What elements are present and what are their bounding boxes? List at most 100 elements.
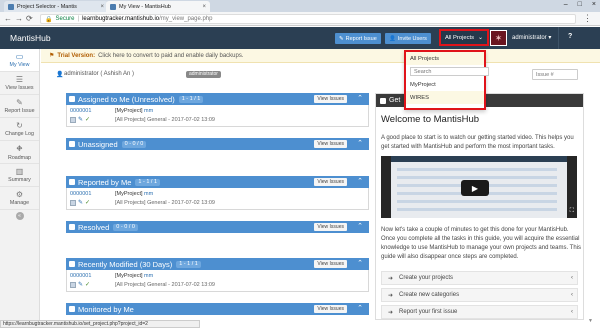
- widget-header: Assigned to Me (Unresolved) 1 - 1 / 1 Vi…: [66, 93, 369, 105]
- edit-icon[interactable]: ✎: [78, 281, 83, 288]
- issue-number-input[interactable]: [532, 69, 578, 80]
- gears-icon: ⚙: [15, 190, 24, 199]
- sidebar-item-change-log[interactable]: ↻ Change Log: [0, 118, 39, 141]
- chevron-up-icon[interactable]: ⌃: [357, 94, 363, 102]
- url-input[interactable]: 🔒 Secure | learnbugtracker.mantishub.io …: [40, 14, 576, 24]
- minimize-icon[interactable]: –: [564, 1, 568, 8]
- project-selector-label: All Projects: [445, 34, 474, 41]
- user-icon: 👤: [56, 72, 64, 78]
- count-badge: 0 - 0 / 0: [113, 223, 138, 231]
- avatar[interactable]: ✶: [490, 30, 507, 46]
- view-issues-button[interactable]: View Issues: [314, 260, 347, 268]
- sidebar-item-my-view[interactable]: ▭ My View: [0, 49, 39, 72]
- monitor-icon: ▭: [15, 52, 24, 61]
- widget-title[interactable]: Monitored by Me: [78, 305, 134, 314]
- issue-summary-link[interactable]: mm: [144, 108, 153, 114]
- thumbnail-row: [397, 176, 557, 179]
- project-selector-button[interactable]: All Projects ⌄: [439, 29, 489, 46]
- arrow-icon: ➜: [388, 309, 394, 316]
- edit-icon[interactable]: ✎: [78, 116, 83, 123]
- welcome-intro: A good place to start is to watch our ge…: [381, 135, 574, 150]
- chevron-up-icon[interactable]: ⌃: [357, 304, 363, 312]
- sidebar: ▭ My View ☰ View Issues ✎ Report Issue ↻…: [0, 49, 40, 320]
- user-menu-button[interactable]: administrator ▾: [512, 34, 551, 41]
- collapse-sidebar-icon[interactable]: «: [15, 212, 24, 220]
- play-icon[interactable]: ▶: [461, 180, 489, 196]
- view-issues-button[interactable]: View Issues: [314, 178, 347, 186]
- close-window-icon[interactable]: ×: [592, 1, 596, 8]
- reload-icon[interactable]: ⟳: [26, 14, 33, 23]
- sidebar-item-label: My View: [9, 62, 30, 68]
- issue-project: [MyProject]: [115, 191, 143, 197]
- dropdown-item-all-projects[interactable]: All Projects: [406, 52, 484, 65]
- chevron-left-icon: ‹: [571, 292, 573, 298]
- dropdown-item-myproject[interactable]: MyProject: [406, 78, 484, 91]
- step-report-issue[interactable]: ➜ Report your first issue ‹: [381, 305, 578, 319]
- widget-icon: [69, 261, 75, 267]
- url-separator: |: [77, 16, 80, 22]
- chevron-up-icon[interactable]: ⌃: [357, 177, 363, 185]
- warning-icon: ⚑: [49, 53, 55, 59]
- fullscreen-icon[interactable]: ⛶: [570, 208, 574, 215]
- trial-banner[interactable]: ⚑ Trial Version: Click here to convert t…: [41, 49, 600, 63]
- sidebar-item-report-issue[interactable]: ✎ Report Issue: [0, 95, 39, 118]
- back-icon[interactable]: ←: [4, 14, 12, 23]
- issue-summary-link[interactable]: mm: [144, 191, 153, 197]
- brand-logo[interactable]: MantisHub: [10, 33, 51, 43]
- scroll-down-icon[interactable]: ▼: [588, 318, 593, 324]
- video-player[interactable]: ▶ ⛶: [381, 156, 577, 218]
- sidebar-item-summary[interactable]: ▥ Summary: [0, 164, 39, 187]
- chevron-up-icon[interactable]: ⌃: [357, 222, 363, 230]
- browser-tab[interactable]: Project Selector - Mantis ×: [4, 1, 108, 12]
- chevron-up-icon[interactable]: ⌃: [357, 139, 363, 147]
- close-tab-icon[interactable]: ×: [202, 4, 206, 10]
- issue-project: [MyProject]: [115, 273, 143, 279]
- url-host: learnbugtracker.mantishub.io: [82, 16, 160, 22]
- step-label: Create new categories: [399, 292, 460, 298]
- project-search-input[interactable]: [410, 67, 489, 76]
- step-create-projects[interactable]: ➜ Create your projects ‹: [381, 271, 578, 285]
- close-tab-icon[interactable]: ×: [100, 4, 104, 10]
- maximize-icon[interactable]: □: [578, 1, 582, 8]
- edit-icon[interactable]: ✎: [78, 199, 83, 206]
- widget-title[interactable]: Reported by Me: [78, 178, 131, 187]
- issue-id-link[interactable]: 0000001: [70, 108, 91, 114]
- widget-title[interactable]: Unassigned: [78, 140, 118, 149]
- widget-title[interactable]: Recently Modified (30 Days): [78, 260, 172, 269]
- issue-summary-link[interactable]: mm: [144, 273, 153, 279]
- issue-icons: ✎ ✓: [70, 281, 90, 288]
- report-issue-label: Report Issue: [345, 35, 377, 42]
- widget-header: Unassigned 0 - 0 / 0 View Issues ⌃: [66, 138, 369, 150]
- issue-id-link[interactable]: 0000001: [70, 191, 91, 197]
- tab-title: My View - MantisHub: [119, 3, 171, 10]
- forward-icon[interactable]: →: [15, 14, 23, 23]
- chevron-up-icon[interactable]: ⌃: [357, 259, 363, 267]
- widget-title[interactable]: Resolved: [78, 223, 109, 232]
- widget-icon: [69, 179, 75, 185]
- widget-header: Recently Modified (30 Days) 1 - 1 / 1 Vi…: [66, 258, 369, 270]
- widget-title[interactable]: Assigned to Me (Unresolved): [78, 95, 175, 104]
- step-create-categories[interactable]: ➜ Create new categories ‹: [381, 288, 578, 302]
- sidebar-item-view-issues[interactable]: ☰ View Issues: [0, 72, 39, 95]
- widget-assigned-to-me: Assigned to Me (Unresolved) 1 - 1 / 1 Vi…: [66, 93, 369, 127]
- get-started-title: Get: [389, 97, 401, 104]
- view-issues-button[interactable]: View Issues: [314, 140, 347, 148]
- invite-users-button[interactable]: 👤 Invite Users: [385, 33, 431, 44]
- issue-meta: [All Projects] General - 2017-07-02 13:0…: [115, 282, 215, 288]
- sidebar-item-roadmap[interactable]: ⛖ Roadmap: [0, 141, 39, 164]
- report-issue-button[interactable]: ✎ Report Issue: [335, 33, 381, 44]
- issue-id-link[interactable]: 0000001: [70, 273, 91, 279]
- sidebar-item-manage[interactable]: ⚙ Manage: [0, 187, 39, 210]
- view-issues-button[interactable]: View Issues: [314, 305, 347, 313]
- browser-menu-icon[interactable]: ⋮: [583, 13, 592, 24]
- dropdown-item-wires[interactable]: WIRES: [406, 91, 484, 104]
- check-icon: ✓: [85, 200, 91, 206]
- help-button[interactable]: ?: [568, 33, 572, 40]
- widget-reported-by-me: Reported by Me 1 - 1 / 1 View Issues ⌃ 0…: [66, 176, 369, 210]
- welcome-outro: Now let's take a couple of minutes to ge…: [381, 227, 581, 260]
- view-issues-button[interactable]: View Issues: [314, 95, 347, 103]
- view-issues-button[interactable]: View Issues: [314, 223, 347, 231]
- user-info-row: 👤 administrator ( Ashish An ) administra…: [41, 68, 600, 82]
- thumbnail-row: [397, 200, 557, 203]
- browser-tab-active[interactable]: My View - MantisHub ×: [106, 1, 210, 12]
